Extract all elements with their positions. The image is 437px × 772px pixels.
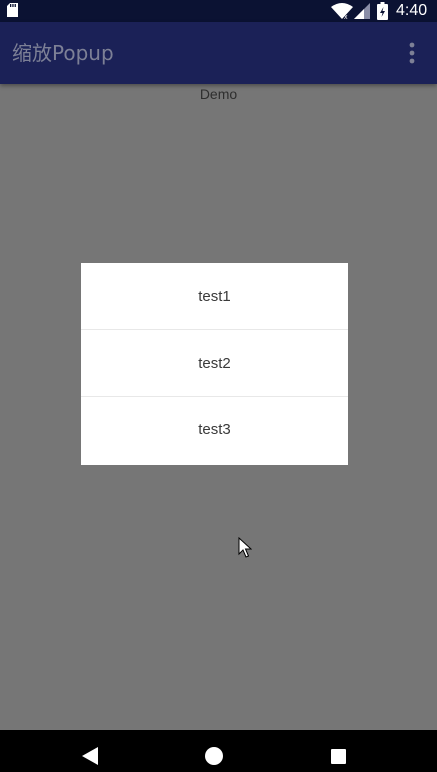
status-bar: x 4:40: [0, 0, 437, 22]
mouse-cursor-icon: [238, 537, 252, 558]
demo-label[interactable]: Demo: [0, 85, 437, 103]
more-vert-icon[interactable]: [402, 40, 422, 66]
home-icon[interactable]: [190, 730, 240, 772]
svg-text:x: x: [344, 14, 348, 19]
wifi-icon: x: [331, 3, 353, 19]
popup-item-test1[interactable]: test1: [81, 263, 348, 330]
battery-icon: [377, 2, 388, 20]
scale-popup: test1 test2 test3: [81, 263, 348, 465]
popup-item-test3[interactable]: test3: [81, 397, 348, 463]
recents-icon[interactable]: [314, 730, 364, 772]
navigation-bar: [0, 730, 437, 772]
popup-item-test2[interactable]: test2: [81, 330, 348, 397]
sd-card-icon: [7, 3, 18, 17]
app-title: 缩放Popup: [12, 41, 114, 65]
status-clock: 4:40: [396, 2, 428, 19]
app-bar: 缩放Popup: [0, 22, 437, 84]
back-icon[interactable]: [66, 730, 116, 772]
signal-icon: [354, 3, 370, 19]
